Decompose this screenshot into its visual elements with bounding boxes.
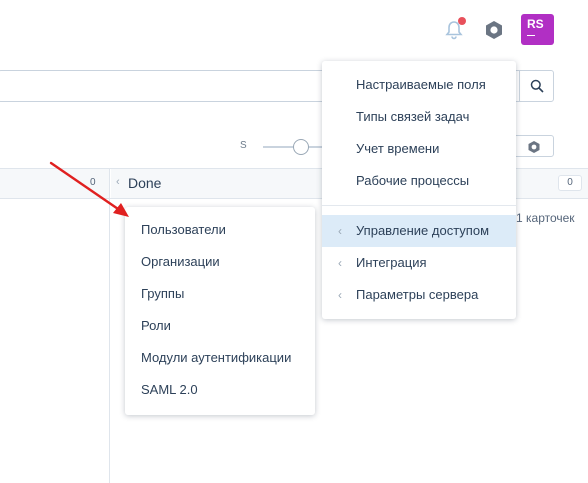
- chevron-left-icon: ‹: [338, 256, 342, 270]
- avatar-initials: RS: [527, 17, 544, 31]
- done-column-count: 0: [558, 175, 582, 191]
- menu-item-custom-fields[interactable]: Настраиваемые поля: [322, 69, 516, 101]
- submenu-item-organizations[interactable]: Организации: [141, 246, 220, 278]
- menu-divider: [322, 205, 516, 206]
- menu-item-server-settings[interactable]: ‹ Параметры сервера: [322, 279, 516, 311]
- submenu-item-saml[interactable]: SAML 2.0: [141, 374, 198, 406]
- access-management-submenu: Пользователи Организации Группы Роли Мод…: [125, 207, 315, 415]
- submenu-item-groups[interactable]: Группы: [141, 278, 184, 310]
- card-size-small-label: S: [240, 140, 247, 151]
- menu-item-workflows[interactable]: Рабочие процессы: [322, 165, 516, 197]
- annotation-arrow-icon: [49, 161, 129, 217]
- menu-item-link-types[interactable]: Типы связей задач: [322, 101, 516, 133]
- user-avatar[interactable]: RS: [521, 14, 554, 45]
- board-column-left-body: [0, 199, 109, 483]
- board-settings-button[interactable]: [513, 135, 554, 157]
- menu-item-time-tracking[interactable]: Учет времени: [322, 133, 516, 165]
- chevron-left-icon: ‹: [338, 288, 342, 302]
- settings-gear-icon[interactable]: [483, 19, 505, 41]
- submenu-item-auth-modules[interactable]: Модули аутентификации: [141, 342, 291, 374]
- gear-icon: [528, 141, 540, 153]
- search-button[interactable]: [519, 70, 554, 102]
- search-icon: [530, 79, 544, 93]
- administration-menu: Настраиваемые поля Типы связей задач Уче…: [322, 61, 516, 319]
- chevron-left-icon: ‹: [338, 224, 342, 238]
- card-size-slider-handle[interactable]: [293, 139, 309, 155]
- notification-badge: [458, 17, 466, 25]
- menu-item-integration[interactable]: ‹ Интеграция: [322, 247, 516, 279]
- cards-count: 1 карточек: [516, 211, 575, 225]
- submenu-item-users[interactable]: Пользователи: [141, 214, 226, 246]
- menu-item-access-management[interactable]: ‹ Управление доступом: [322, 215, 516, 247]
- submenu-item-roles[interactable]: Роли: [141, 310, 171, 342]
